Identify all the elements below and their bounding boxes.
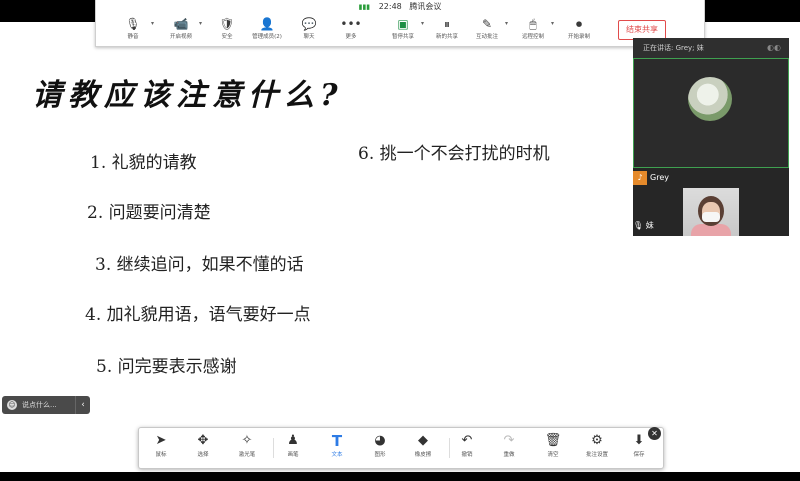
settings-icon: ⚙ xyxy=(591,433,603,448)
record-icon: ⏺ xyxy=(575,17,582,31)
chevron-down-icon[interactable]: ▾ xyxy=(551,20,554,27)
remote-control-button[interactable]: 🖱 远程控制 ▾ xyxy=(510,16,556,46)
laser-pointer-icon: ✧ xyxy=(241,433,253,448)
meeting-app-name: 腾讯会议 xyxy=(409,2,442,11)
end-share-button[interactable]: 结束共享 xyxy=(618,20,666,40)
microphone-icon: 🎙 xyxy=(633,221,644,230)
avatar xyxy=(688,77,732,121)
undo-icon: ↶ xyxy=(461,433,473,448)
pen-tool-button[interactable]: ♟ 画笔 xyxy=(273,432,313,464)
manage-members-button[interactable]: 👤 管理成员(2) xyxy=(244,16,290,46)
chat-icon: 💬 xyxy=(301,17,317,31)
mute-button[interactable]: 🎙 静音 ▾ xyxy=(110,16,156,46)
redo-icon: ↷ xyxy=(503,433,515,448)
close-icon[interactable]: ✕ xyxy=(648,427,661,440)
participant-name-tag: ♪ Grey xyxy=(633,170,669,186)
participant-name-tag: 🎙 妹 xyxy=(633,221,654,230)
pen-icon: ♟ xyxy=(287,433,299,448)
select-tool-button[interactable]: ✥ 选择 xyxy=(183,432,223,464)
text-icon: T xyxy=(331,432,343,450)
more-button[interactable]: ••• 更多 xyxy=(328,16,374,46)
video-off-icon: 📹 xyxy=(173,17,189,31)
chevron-down-icon[interactable]: ▾ xyxy=(151,20,154,27)
redo-button[interactable]: ↷ 重做 xyxy=(489,432,529,464)
chat-input[interactable]: ☺ 说点什么... ‹ xyxy=(2,396,90,414)
slide-title: 请教应该注意什么? xyxy=(32,78,344,113)
cursor-icon: ➤ xyxy=(155,433,167,448)
video-panel: 正在讲话: Grey; 妹 ◐◐ ♪ Grey 🎙 妹 xyxy=(633,38,789,236)
text-tool-button[interactable]: T 文本 xyxy=(317,432,357,464)
annotate-icon: ✎ xyxy=(481,17,493,31)
pause-share-button[interactable]: ▣ 暂停共享 ▾ xyxy=(380,16,426,46)
microphone-icon: ♪ xyxy=(633,170,647,185)
mouse-tool-button[interactable]: ➤ 鼠标 xyxy=(141,432,181,464)
shape-tool-button[interactable]: ◕ 图形 xyxy=(360,432,400,464)
annotation-settings-button[interactable]: ⚙ 批注设置 xyxy=(577,432,617,464)
slide-bullet: 2. 问题要问清楚 xyxy=(87,203,211,223)
annotate-button[interactable]: ✎ 互动批注 ▾ xyxy=(464,16,510,46)
signal-icon: ▮▮▮ xyxy=(358,3,371,11)
move-icon: ✥ xyxy=(197,433,209,448)
remote-control-icon: 🖱 xyxy=(529,17,537,31)
panel-options-icon[interactable]: ◐◐ xyxy=(767,38,781,58)
meeting-toolbar: ▮▮▮ 22:48 腾讯会议 🎙 静音 ▾ 📹 开启视频 ▾ 🛡 安全 👤 管理… xyxy=(95,0,705,47)
slide-bullet: 5. 问完要表示感谢 xyxy=(96,357,237,377)
shape-icon: ◕ xyxy=(374,433,386,448)
speaking-indicator: 正在讲话: Grey; 妹 ◐◐ xyxy=(633,38,789,58)
participant-tile-grey[interactable] xyxy=(633,58,789,168)
slide-bullet: 4. 加礼貌用语，语气要好一点 xyxy=(85,305,311,325)
microphone-icon: 🎙 xyxy=(125,17,141,31)
eraser-tool-button[interactable]: ◆ 橡皮擦 xyxy=(403,432,443,464)
participant-tile-video[interactable] xyxy=(683,188,739,236)
meeting-status: ▮▮▮ 22:48 腾讯会议 xyxy=(96,1,704,12)
collapse-chat-icon[interactable]: ‹ xyxy=(75,396,90,414)
chat-button[interactable]: 💬 聊天 xyxy=(286,16,332,46)
chevron-down-icon[interactable]: ▾ xyxy=(505,20,508,27)
clear-button[interactable]: 🗑 清空 xyxy=(533,432,573,464)
screen-share-icon: ▣ xyxy=(397,17,409,31)
slide-bullet: 6. 挑一个不会打扰的时机 xyxy=(358,144,550,164)
emoji-icon[interactable]: ☺ xyxy=(7,400,17,410)
start-recording-button[interactable]: ⏺ 开始录制 xyxy=(556,16,602,46)
slide-bullet: 3. 继续追问，如果不懂的话 xyxy=(95,255,304,275)
slide-bullet: 1. 礼貌的请教 xyxy=(90,153,197,173)
user-icon: 👤 xyxy=(259,17,275,31)
trash-icon: 🗑 xyxy=(544,433,562,448)
more-dots-icon: ••• xyxy=(340,17,362,31)
annotation-toolbar: ➤ 鼠标 ✥ 选择 ✧ 激光笔 ♟ 画笔 T 文本 ◕ 图形 ◆ 橡皮擦 ↶ 撤… xyxy=(138,427,664,469)
start-video-button[interactable]: 📹 开启视频 ▾ xyxy=(158,16,204,46)
chevron-down-icon[interactable]: ▾ xyxy=(199,20,202,27)
undo-button[interactable]: ↶ 撤销 xyxy=(447,432,487,464)
eraser-icon: ◆ xyxy=(418,433,428,448)
meeting-time: 22:48 xyxy=(378,2,402,11)
laser-pointer-button[interactable]: ✧ 激光笔 xyxy=(227,432,267,464)
